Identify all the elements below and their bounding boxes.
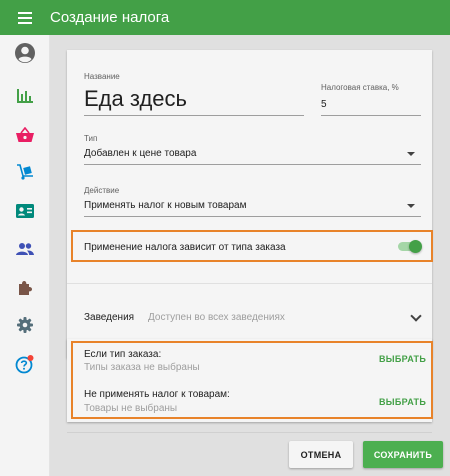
name-input[interactable]: Еда здесь — [84, 86, 187, 112]
sidebar-item-customers[interactable] — [0, 236, 50, 266]
type-underline — [84, 164, 421, 165]
chevron-down-icon[interactable] — [410, 310, 422, 322]
bar-chart-icon — [17, 88, 33, 108]
puzzle-icon — [17, 280, 33, 301]
sidebar-item-integrations[interactable] — [0, 275, 50, 305]
places-value[interactable]: Доступен во всех заведениях — [148, 312, 285, 323]
rate-input[interactable]: 5 — [321, 99, 327, 110]
order-type-subtitle: Типы заказа не выбраны — [84, 362, 200, 373]
exclude-goods-subtitle: Товары не выбраны — [84, 403, 178, 414]
type-select[interactable]: Добавлен к цене товара — [84, 148, 196, 159]
type-label: Тип — [84, 134, 98, 143]
gear-icon — [17, 316, 33, 338]
people-icon — [16, 242, 34, 261]
sidebar-item-settings[interactable] — [0, 312, 50, 342]
action-underline — [84, 216, 421, 217]
conditions-card: Если тип заказа: Типы заказа не выбраны … — [67, 339, 433, 422]
order-type-toggle-label: Применение налога зависит от типа заказа — [84, 242, 286, 253]
toggle-thumb[interactable] — [409, 240, 422, 253]
actions-divider — [67, 432, 432, 433]
help-icon — [15, 354, 35, 379]
basket-icon — [16, 126, 34, 148]
account-circle-icon — [14, 42, 36, 69]
places-label: Заведения — [84, 312, 135, 323]
page-title: Создание налога — [50, 9, 170, 26]
select-goods-button[interactable]: ВЫБРАТЬ — [379, 397, 426, 407]
menu-icon[interactable] — [0, 0, 50, 35]
chevron-down-icon[interactable] — [407, 152, 415, 156]
dolly-icon — [16, 163, 34, 185]
select-order-types-button[interactable]: ВЫБРАТЬ — [379, 354, 426, 364]
app-bar: Создание налога — [0, 0, 450, 35]
sidebar-item-inventory[interactable] — [0, 159, 50, 189]
chevron-down-icon[interactable] — [407, 204, 415, 208]
exclude-goods-title: Не применять налог к товарам: — [84, 389, 230, 400]
badge-icon — [16, 203, 34, 223]
tax-form-card: Название Еда здесь Налоговая ставка, % 5… — [67, 50, 433, 358]
sidebar-item-employees[interactable] — [0, 198, 50, 228]
main-content: Название Еда здесь Налоговая ставка, % 5… — [50, 35, 450, 476]
sidebar-item-help[interactable] — [0, 351, 50, 381]
name-label: Название — [84, 72, 120, 81]
sidebar-item-reports[interactable] — [0, 83, 50, 113]
divider — [67, 283, 432, 284]
sidebar-item-account[interactable] — [0, 40, 50, 70]
rate-label: Налоговая ставка, % — [321, 83, 399, 92]
name-underline — [84, 115, 304, 116]
sidebar — [0, 35, 50, 476]
rate-underline — [321, 115, 421, 116]
cancel-button[interactable]: ОТМЕНА — [289, 441, 353, 468]
sidebar-item-goods[interactable] — [0, 122, 50, 152]
save-button[interactable]: СОХРАНИТЬ — [363, 441, 443, 468]
order-type-title: Если тип заказа: — [84, 349, 162, 360]
action-select[interactable]: Применять налог к новым товарам — [84, 200, 246, 211]
action-label: Действие — [84, 186, 120, 195]
